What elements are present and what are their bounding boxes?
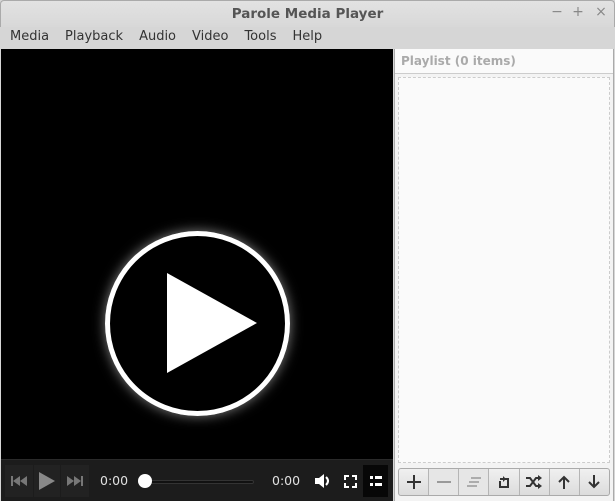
menu-help[interactable]: Help bbox=[285, 27, 329, 49]
fullscreen-icon bbox=[343, 474, 357, 488]
seek-bar[interactable] bbox=[147, 480, 254, 484]
big-play-button[interactable] bbox=[105, 231, 290, 416]
playlist-header: Playlist (0 items) bbox=[395, 49, 613, 74]
menu-tools[interactable]: Tools bbox=[237, 27, 283, 49]
shuffle-button[interactable] bbox=[520, 469, 550, 495]
clear-icon bbox=[466, 477, 481, 487]
play-icon bbox=[167, 273, 257, 373]
volume-icon bbox=[315, 474, 329, 488]
window-title: Parole Media Player bbox=[231, 6, 384, 22]
playlist-icon bbox=[369, 475, 382, 486]
menu-media[interactable]: Media bbox=[3, 27, 56, 49]
fullscreen-button[interactable] bbox=[339, 465, 361, 497]
repeat-button[interactable] bbox=[489, 469, 520, 495]
previous-button[interactable] bbox=[5, 465, 33, 497]
control-bar: 0:00 0:00 bbox=[1, 459, 393, 501]
add-button[interactable] bbox=[399, 469, 430, 495]
move-down-button[interactable] bbox=[580, 469, 609, 495]
playlist-toolbar bbox=[398, 468, 610, 496]
close-button[interactable]: × bbox=[593, 4, 609, 20]
arrow-up-icon bbox=[558, 475, 570, 489]
move-up-button[interactable] bbox=[550, 469, 580, 495]
video-area[interactable] bbox=[1, 49, 393, 459]
play-icon bbox=[39, 472, 55, 490]
arrow-down-icon bbox=[588, 475, 601, 489]
playlist-panel: Playlist (0 items) bbox=[394, 49, 614, 501]
menu-bar: Media Playback Audio Video Tools Help bbox=[0, 27, 615, 49]
playlist-list[interactable] bbox=[398, 77, 610, 463]
minimize-button[interactable]: − bbox=[549, 4, 565, 20]
total-time: 0:00 bbox=[272, 473, 301, 488]
seek-handle[interactable] bbox=[138, 474, 152, 488]
volume-button[interactable] bbox=[312, 465, 334, 497]
menu-video[interactable]: Video bbox=[185, 27, 235, 49]
shuffle-icon bbox=[526, 475, 543, 489]
skip-forward-icon bbox=[67, 476, 83, 486]
menu-audio[interactable]: Audio bbox=[132, 27, 183, 49]
repeat-icon bbox=[498, 476, 509, 488]
next-button[interactable] bbox=[61, 465, 89, 497]
menu-playback[interactable]: Playback bbox=[58, 27, 130, 49]
plus-icon bbox=[406, 475, 421, 489]
remove-button[interactable] bbox=[429, 469, 460, 495]
clear-button[interactable] bbox=[459, 469, 490, 495]
current-time: 0:00 bbox=[100, 473, 129, 488]
title-bar: Parole Media Player − + × bbox=[0, 0, 615, 27]
maximize-button[interactable]: + bbox=[570, 4, 586, 20]
toggle-playlist-button[interactable] bbox=[363, 465, 388, 497]
minus-icon bbox=[436, 481, 451, 483]
skip-back-icon bbox=[11, 476, 27, 486]
play-button[interactable] bbox=[34, 465, 60, 497]
